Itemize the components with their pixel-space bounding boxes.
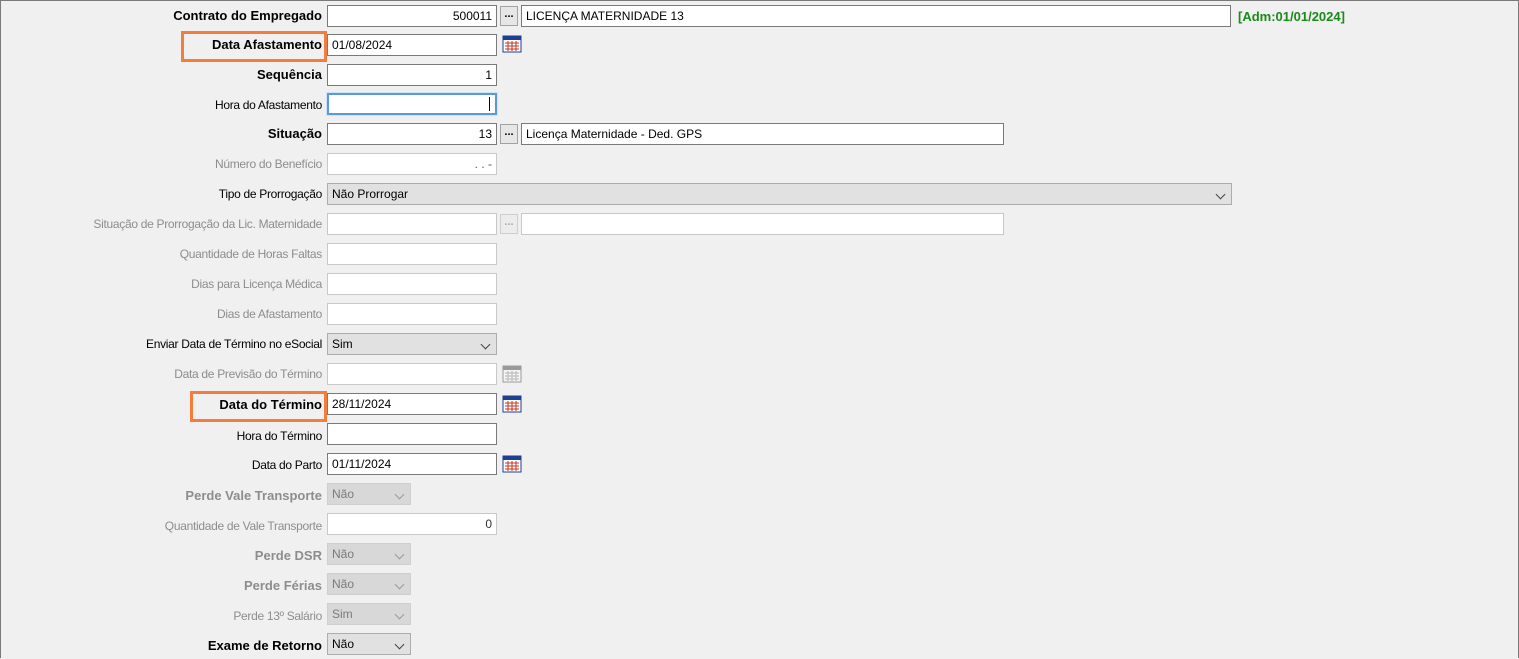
- exame-retorno-label: Exame de Retorno: [207, 638, 322, 653]
- perde-13-salario-label: Perde 13º Salário: [233, 609, 322, 623]
- chevron-down-icon: [1215, 189, 1226, 200]
- data-previsao-termino-input: [327, 363, 497, 385]
- perde-dsr-label: Perde DSR: [254, 548, 322, 563]
- dias-afastamento-label: Dias de Afastamento: [216, 307, 322, 321]
- chevron-down-icon: [480, 339, 491, 350]
- dias-licenca-medica-label: Dias para Licença Médica: [191, 277, 322, 291]
- data-parto-label: Data do Parto: [251, 458, 322, 472]
- perde-vale-transporte-value: Não: [332, 487, 355, 501]
- tipo-prorrogacao-label: Tipo de Prorrogação: [218, 187, 323, 201]
- situacao-prorrogacao-label: Situação de Prorrogação da Lic. Maternid…: [93, 217, 322, 231]
- numero-beneficio-label: Número do Benefício: [214, 157, 322, 171]
- perde-13-salario-select: Sim: [327, 603, 411, 625]
- chevron-down-icon: [394, 609, 405, 620]
- perde-13-salario-value: Sim: [332, 607, 353, 621]
- data-parto-input[interactable]: 01/11/2024: [327, 453, 497, 475]
- qtd-horas-faltas-input: [327, 243, 497, 265]
- text-caret: [489, 97, 490, 111]
- dias-afastamento-input: [327, 303, 497, 325]
- sequencia-input[interactable]: 1: [327, 64, 497, 86]
- sequencia-label: Sequência: [256, 67, 322, 82]
- enviar-data-termino-select[interactable]: Sim: [327, 333, 497, 355]
- data-afastamento-input[interactable]: 01/08/2024: [327, 34, 497, 56]
- hora-afastamento-label: Hora do Afastamento: [214, 98, 322, 112]
- chevron-down-icon: [394, 489, 405, 500]
- hora-afastamento-input[interactable]: [327, 93, 497, 115]
- qtd-vale-transporte-input: 0: [327, 513, 497, 535]
- contrato-lookup-button[interactable]: ...: [500, 6, 518, 26]
- admission-date-badge: [Adm:01/01/2024]: [1238, 9, 1345, 24]
- chevron-down-icon: [394, 549, 405, 560]
- situacao-code-input[interactable]: 13: [327, 123, 497, 145]
- tipo-prorrogacao-value: Não Prorrogar: [332, 187, 409, 201]
- qtd-horas-faltas-label: Quantidade de Horas Faltas: [179, 247, 323, 261]
- calendar-icon: [502, 365, 522, 383]
- numero-beneficio-input: . . -: [327, 153, 497, 175]
- data-termino-input[interactable]: 28/11/2024: [327, 393, 497, 415]
- chevron-down-icon: [394, 579, 405, 590]
- data-termino-label: Data do Término: [219, 397, 322, 412]
- data-previsao-termino-label: Data de Previsão do Término: [174, 367, 322, 381]
- qtd-vale-transporte-label: Quantidade de Vale Transporte: [164, 519, 323, 533]
- perde-vale-transporte-select: Não: [327, 483, 411, 505]
- perde-ferias-label: Perde Férias: [243, 578, 322, 593]
- perde-vale-transporte-label: Perde Vale Transporte: [185, 488, 322, 503]
- perde-ferias-value: Não: [332, 577, 355, 591]
- calendar-icon[interactable]: [502, 395, 522, 413]
- exame-retorno-value: Não: [332, 637, 355, 651]
- perde-dsr-value: Não: [332, 547, 355, 561]
- dias-licenca-medica-input: [327, 273, 497, 295]
- perde-ferias-select: Não: [327, 573, 411, 595]
- situacao-prorrogacao-code-input: [327, 213, 497, 235]
- contrato-label: Contrato do Empregado: [173, 8, 322, 23]
- calendar-icon[interactable]: [502, 455, 522, 473]
- perde-dsr-select: Não: [327, 543, 411, 565]
- situacao-desc-field: Licença Maternidade - Ded. GPS: [521, 123, 1004, 145]
- enviar-data-termino-label: Enviar Data de Término no eSocial: [146, 337, 322, 351]
- data-afastamento-label: Data Afastamento: [211, 37, 322, 52]
- hora-termino-label: Hora do Término: [236, 429, 323, 443]
- situacao-prorrogacao-desc-field: [521, 213, 1004, 235]
- enviar-data-termino-value: Sim: [332, 337, 353, 351]
- situacao-label: Situação: [267, 126, 322, 141]
- contrato-desc-field: LICENÇA MATERNIDADE 13: [521, 5, 1231, 27]
- contrato-code-input[interactable]: 500011: [327, 5, 497, 27]
- hora-termino-input[interactable]: [327, 423, 497, 445]
- tipo-prorrogacao-select[interactable]: Não Prorrogar: [327, 183, 1232, 205]
- exame-retorno-select[interactable]: Não: [327, 633, 411, 655]
- situacao-lookup-button[interactable]: ...: [500, 124, 518, 144]
- calendar-icon[interactable]: [502, 35, 522, 53]
- situacao-prorrogacao-lookup-button: ...: [500, 214, 518, 234]
- chevron-down-icon: [394, 639, 405, 650]
